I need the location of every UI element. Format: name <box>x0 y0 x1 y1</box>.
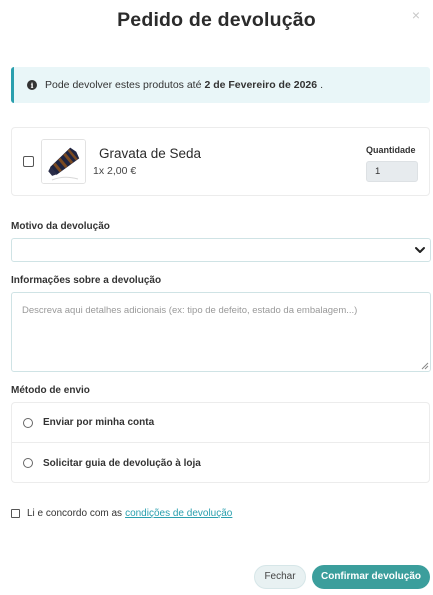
product-checkbox[interactable] <box>23 156 34 167</box>
confirm-return-button[interactable]: Confirmar devolução <box>312 565 430 589</box>
shipping-option-label: Enviar por minha conta <box>43 417 155 428</box>
return-reason-label: Motivo da devolução <box>11 221 110 232</box>
radio-button[interactable] <box>23 417 33 428</box>
close-button[interactable]: Fechar <box>254 565 306 589</box>
tie-image <box>42 140 85 183</box>
return-details-textarea[interactable]: Descreva aqui detalhes adicionais (ex: t… <box>11 292 431 372</box>
quantity-label: Quantidade <box>366 145 416 155</box>
info-icon: i <box>27 80 37 90</box>
product-card: Gravata de Seda 1x 2,00 € Quantidade 1 <box>11 127 430 196</box>
shipping-option-label: Solicitar guia de devolução à loja <box>43 457 201 469</box>
notice-date: 2 de Fevereiro de 2026 <box>204 79 318 91</box>
notice-text: Pode devolver estes produtos até <box>45 79 202 91</box>
shipping-method-group: Enviar por minha conta Solicitar guia de… <box>11 402 430 483</box>
notice-text-end: . <box>320 79 324 91</box>
terms-link[interactable]: condições de devolução <box>125 508 232 519</box>
radio-button[interactable] <box>23 458 33 468</box>
product-thumbnail <box>41 139 86 184</box>
terms-checkbox[interactable] <box>11 509 20 518</box>
close-icon[interactable]: × <box>409 8 423 22</box>
terms-row: Li e concordo com as condições de devolu… <box>11 508 232 519</box>
terms-text: Li e concordo com as <box>27 508 123 519</box>
product-price: 1x 2,00 € <box>93 165 137 177</box>
return-details-placeholder: Descreva aqui detalhes adicionais (ex: t… <box>22 305 358 316</box>
chevron-down-icon <box>415 247 425 253</box>
shipping-method-label: Método de envio <box>11 385 90 396</box>
product-name: Gravata de Seda <box>99 146 202 161</box>
return-reason-select[interactable] <box>11 238 431 262</box>
resize-grip-icon[interactable] <box>421 362 429 370</box>
quantity-input[interactable]: 1 <box>366 161 418 182</box>
shipping-option-own-account[interactable]: Enviar por minha conta <box>12 403 429 443</box>
shipping-option-request-label[interactable]: Solicitar guia de devolução à loja <box>12 443 429 483</box>
return-details-label: Informações sobre a devolução <box>11 275 162 286</box>
modal-title: Pedido de devolução <box>117 9 316 31</box>
return-deadline-notice: i Pode devolver estes produtos até 2 de … <box>11 67 430 103</box>
